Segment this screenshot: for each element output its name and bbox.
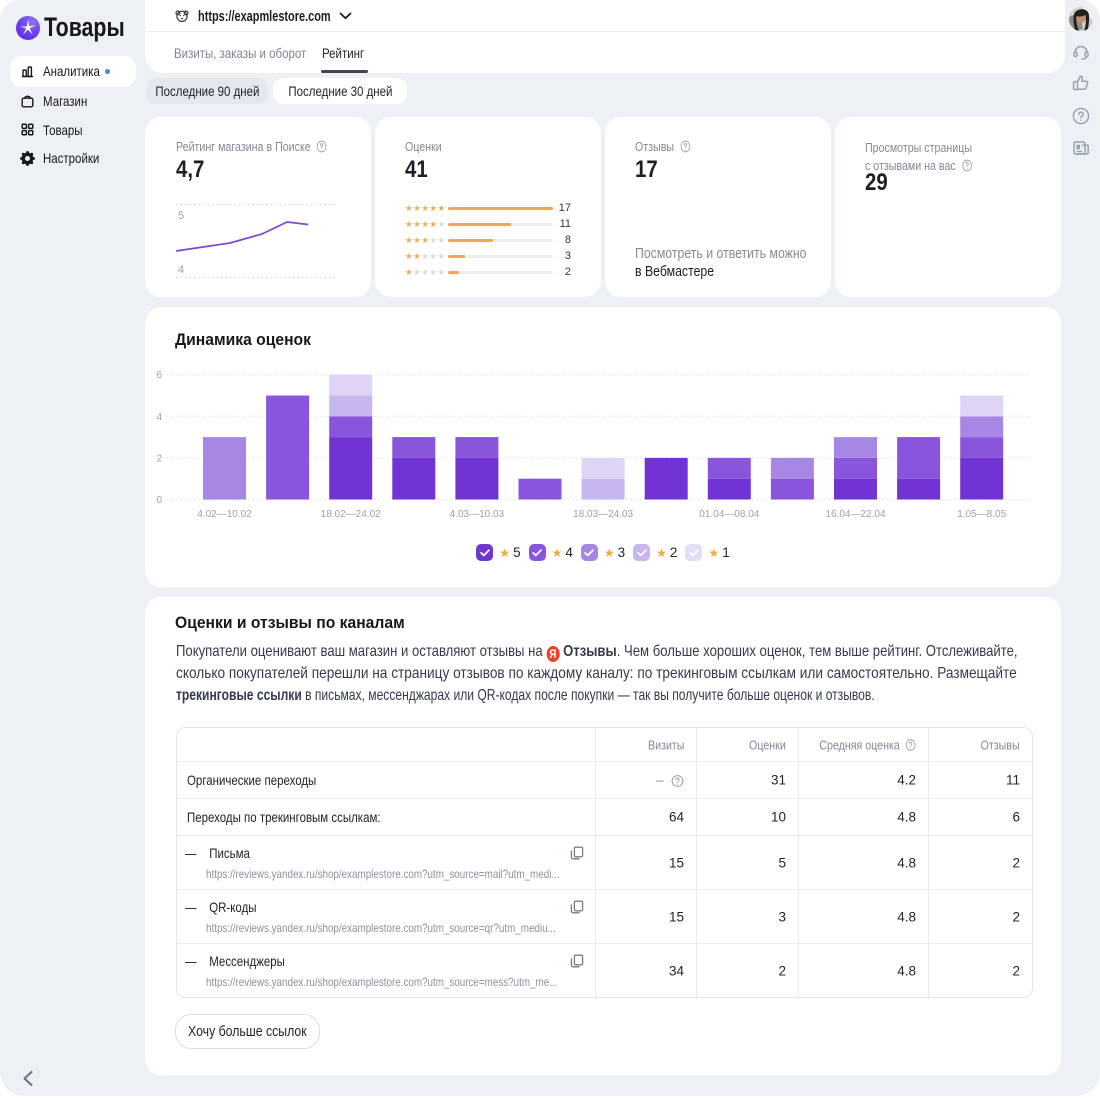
svg-text:4: 4 <box>156 412 162 423</box>
svg-text:0: 0 <box>156 495 162 506</box>
svg-text:4: 4 <box>178 264 184 276</box>
svg-text:2: 2 <box>156 453 162 464</box>
svg-text:16.04—22.04: 16.04—22.04 <box>825 509 885 520</box>
svg-text:1.05—8.05: 1.05—8.05 <box>957 509 1006 520</box>
svg-text:5: 5 <box>178 210 184 222</box>
svg-text:4.03—10.03: 4.03—10.03 <box>450 509 505 520</box>
svg-text:18.03—24.03: 18.03—24.03 <box>573 509 633 520</box>
svg-text:18.02—24.02: 18.02—24.02 <box>321 509 381 520</box>
svg-text:6: 6 <box>156 370 162 381</box>
svg-text:4.02—10.02: 4.02—10.02 <box>197 509 252 520</box>
svg-text:01.04—08.04: 01.04—08.04 <box>699 509 759 520</box>
